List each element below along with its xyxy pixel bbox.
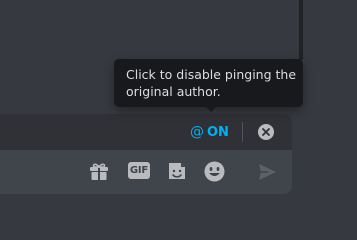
gift-icon[interactable] xyxy=(88,160,110,182)
mention-state-label: ON xyxy=(207,124,229,140)
close-reply-button[interactable] xyxy=(258,124,274,140)
divider xyxy=(242,122,243,142)
right-gutter xyxy=(303,0,357,200)
mention-toggle-button[interactable]: @ ON xyxy=(190,123,229,141)
tooltip-line-2: original author. xyxy=(126,84,221,99)
mention-tooltip: Click to disable pinging the original au… xyxy=(114,59,303,107)
emoji-icon[interactable] xyxy=(203,160,226,183)
at-icon: @ xyxy=(190,124,204,140)
gif-label: GIF xyxy=(129,165,149,176)
reply-bar xyxy=(0,114,292,150)
close-icon xyxy=(262,128,270,136)
sticker-icon[interactable] xyxy=(166,160,188,182)
gif-button[interactable]: GIF xyxy=(128,162,150,179)
tooltip-arrow xyxy=(205,106,217,112)
send-icon[interactable] xyxy=(256,161,278,183)
tooltip-line-1: Click to disable pinging the xyxy=(126,67,297,82)
